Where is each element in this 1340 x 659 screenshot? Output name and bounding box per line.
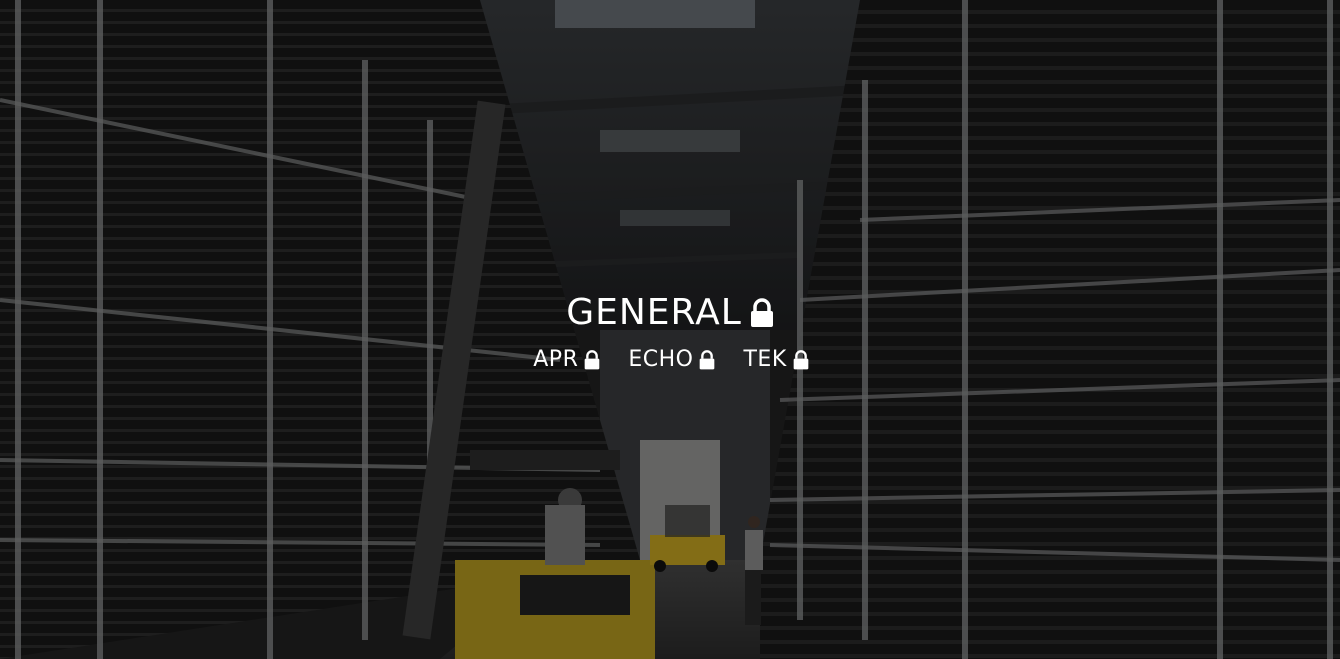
apr-link[interactable]: APR	[533, 347, 600, 372]
link-group: GENERAL APR ECHO TEK	[0, 292, 1340, 372]
tek-link[interactable]: TEK	[743, 347, 809, 372]
hero-section: GENERAL APR ECHO TEK	[0, 0, 1340, 659]
general-link[interactable]: GENERAL	[566, 292, 774, 333]
lock-icon	[585, 349, 600, 369]
lock-icon	[750, 297, 773, 327]
tek-link-label: TEK	[743, 347, 787, 372]
echo-link-label: ECHO	[628, 347, 694, 372]
lock-icon	[793, 349, 809, 369]
general-link-label: GENERAL	[566, 292, 742, 333]
sub-link-list: APR ECHO TEK	[0, 347, 1340, 372]
lock-icon	[700, 349, 715, 369]
echo-link[interactable]: ECHO	[628, 347, 715, 372]
apr-link-label: APR	[533, 347, 579, 372]
